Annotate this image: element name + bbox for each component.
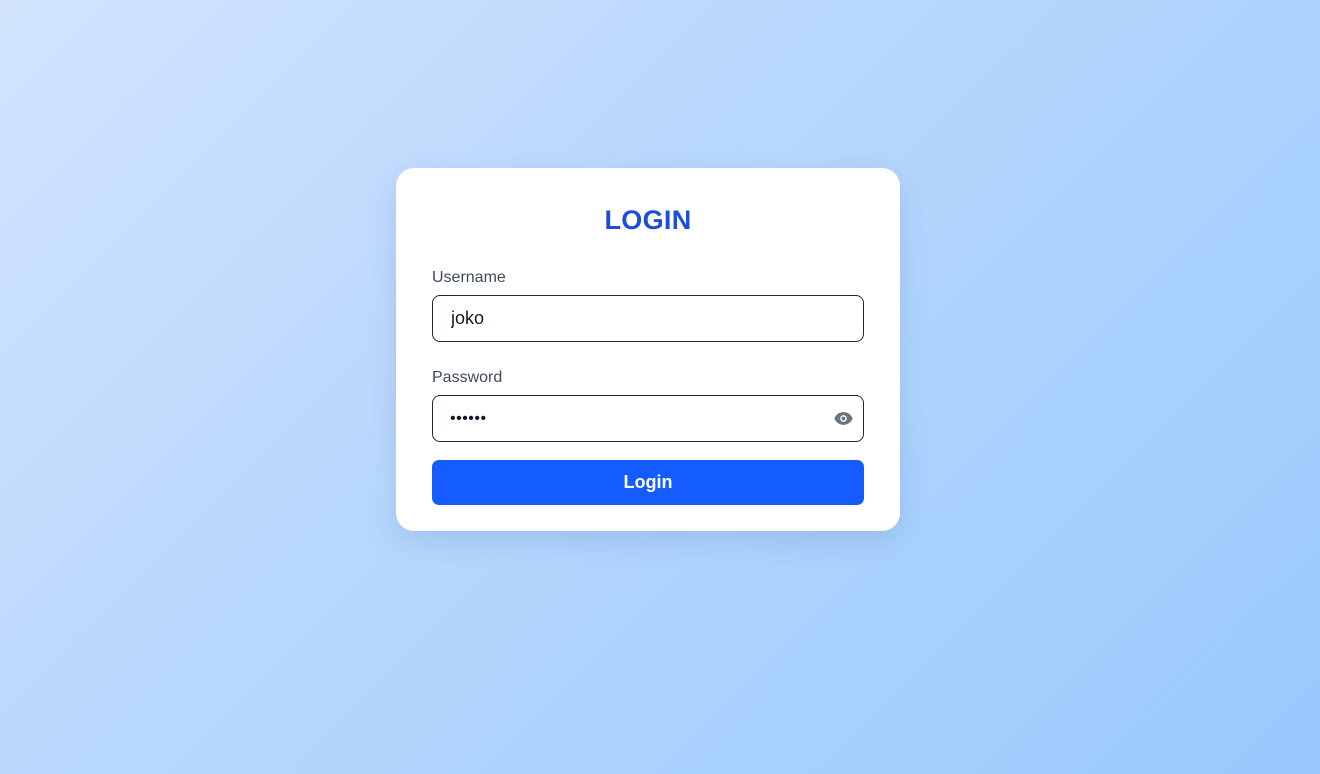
password-input[interactable] xyxy=(432,395,864,442)
eye-icon[interactable] xyxy=(833,409,853,429)
password-label: Password xyxy=(432,369,503,386)
username-label: Username xyxy=(432,269,506,286)
username-input[interactable] xyxy=(432,295,864,342)
username-field-wrapper xyxy=(432,295,864,342)
login-card: LOGIN Username Password Login xyxy=(396,168,900,531)
password-field-wrapper xyxy=(432,395,864,442)
login-button[interactable]: Login xyxy=(432,460,864,505)
login-title: LOGIN xyxy=(604,205,692,235)
